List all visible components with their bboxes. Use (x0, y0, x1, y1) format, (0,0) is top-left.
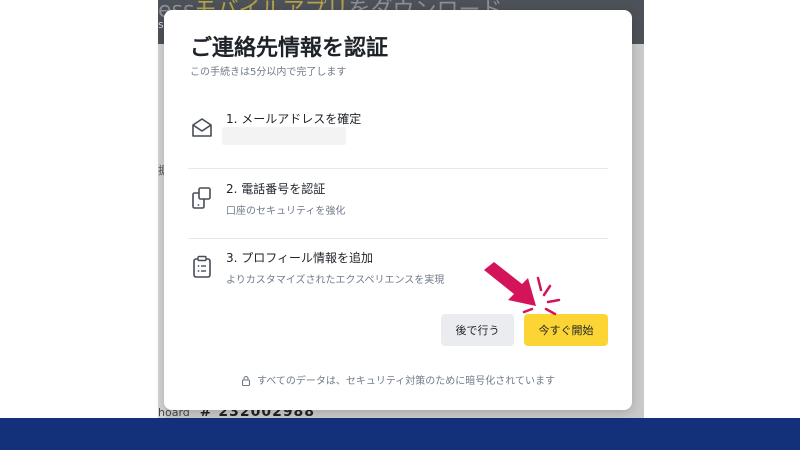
modal-subtitle: この手続きは5分以内で完了します (190, 67, 347, 78)
clipboard-icon (193, 255, 211, 278)
step-title: 2. 電話番号を認証 (226, 182, 326, 196)
security-note: すべてのデータは、セキュリティ対策のために暗号化されています (164, 372, 632, 387)
step-confirm-email[interactable]: 1. メールアドレスを確定 (188, 100, 608, 169)
envelope-icon (192, 118, 212, 137)
footer-band (0, 418, 800, 450)
redacted-email (222, 127, 346, 145)
step-verify-phone[interactable]: 2. 電話番号を認証 口座のセキュリティを強化 (188, 170, 608, 239)
verify-contact-modal: ご連絡先情報を認証 この手続きは5分以内で完了します 1. メールアドレスを確定… (164, 10, 632, 410)
annotation-arrow-icon (484, 262, 561, 316)
background-fragment-side: s (158, 18, 164, 31)
step-title: 1. メールアドレスを確定 (226, 112, 362, 126)
step-description: よりカスタマイズされたエクスペリエンスを実現 (226, 275, 445, 286)
modal-title: ご連絡先情報を認証 (190, 36, 389, 61)
step-title: 3. プロフィール情報を追加 (226, 251, 374, 265)
step-description: 口座のセキュリティを強化 (226, 206, 346, 217)
lock-icon (241, 375, 251, 386)
phone-verify-icon (192, 187, 211, 209)
